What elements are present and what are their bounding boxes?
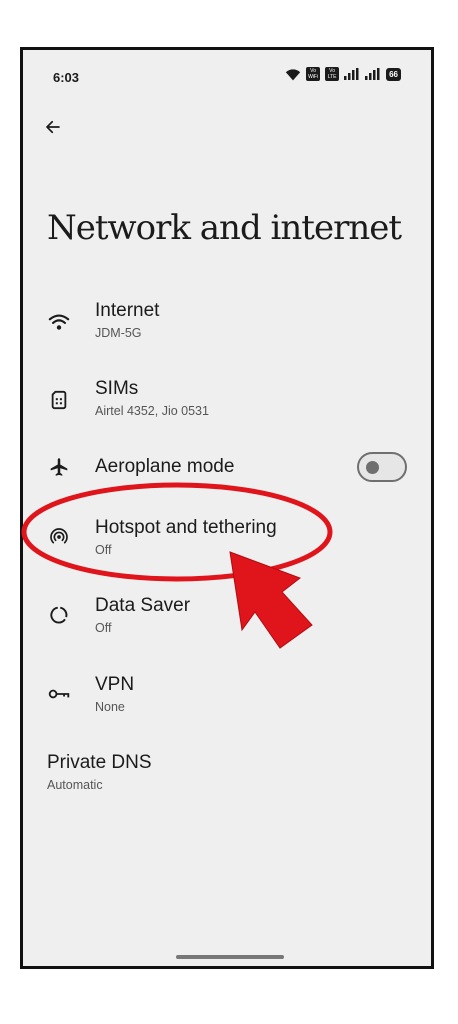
vowifi-badge-line2: WiFi	[308, 74, 319, 80]
data-saver-icon	[47, 603, 71, 627]
private-dns-item[interactable]: Private DNS Automatic	[23, 740, 431, 810]
back-button[interactable]	[41, 115, 65, 139]
internet-title: Internet	[95, 300, 160, 321]
hotspot-subtitle: Off	[95, 543, 112, 557]
vpn-subtitle: None	[95, 700, 125, 714]
sims-item[interactable]: SIMs Airtel 4352, Jio 0531	[23, 368, 431, 438]
internet-subtitle: JDM-5G	[95, 326, 142, 340]
volte-badge: Vo LTE	[325, 67, 340, 81]
sims-title: SIMs	[95, 378, 139, 399]
data-saver-title: Data Saver	[95, 595, 191, 616]
vowifi-badge: Vo WiFi	[306, 67, 321, 81]
hotspot-icon	[47, 525, 71, 549]
back-arrow-icon	[46, 120, 60, 134]
vpn-key-icon	[47, 682, 71, 706]
status-bar: 6:03 Vo WiFi Vo LTE 66	[23, 50, 431, 100]
navigation-handle[interactable]	[176, 955, 284, 959]
volte-badge-line2: LTE	[327, 74, 337, 80]
status-time: 6:03	[53, 70, 80, 85]
data-saver-subtitle: Off	[95, 621, 112, 635]
internet-item[interactable]: Internet JDM-5G	[23, 290, 431, 360]
aeroplane-mode-title: Aeroplane mode	[95, 456, 235, 477]
toggle-knob	[366, 461, 379, 474]
page-title: Network and internet	[47, 208, 402, 248]
sims-subtitle: Airtel 4352, Jio 0531	[95, 404, 209, 418]
wifi-status-icon	[285, 68, 301, 80]
airplane-icon	[47, 455, 71, 479]
signal-2-icon	[365, 68, 380, 80]
vpn-title: VPN	[95, 674, 135, 695]
hotspot-title: Hotspot and tethering	[95, 517, 277, 538]
private-dns-subtitle: Automatic	[47, 778, 103, 792]
sim-card-icon	[47, 388, 71, 412]
status-icons: Vo WiFi Vo LTE 66	[285, 67, 401, 81]
vpn-item[interactable]: VPN None	[23, 662, 431, 732]
phone-frame: 6:03 Vo WiFi Vo LTE 66 Network and inter…	[20, 47, 434, 969]
private-dns-title: Private DNS	[47, 752, 152, 773]
wifi-icon	[47, 310, 71, 334]
battery-icon: 66	[386, 67, 401, 81]
hotspot-tethering-item[interactable]: Hotspot and tethering Off	[23, 505, 431, 575]
signal-1-icon	[344, 68, 359, 80]
aeroplane-mode-toggle[interactable]	[357, 452, 407, 482]
data-saver-item[interactable]: Data Saver Off	[23, 583, 431, 653]
